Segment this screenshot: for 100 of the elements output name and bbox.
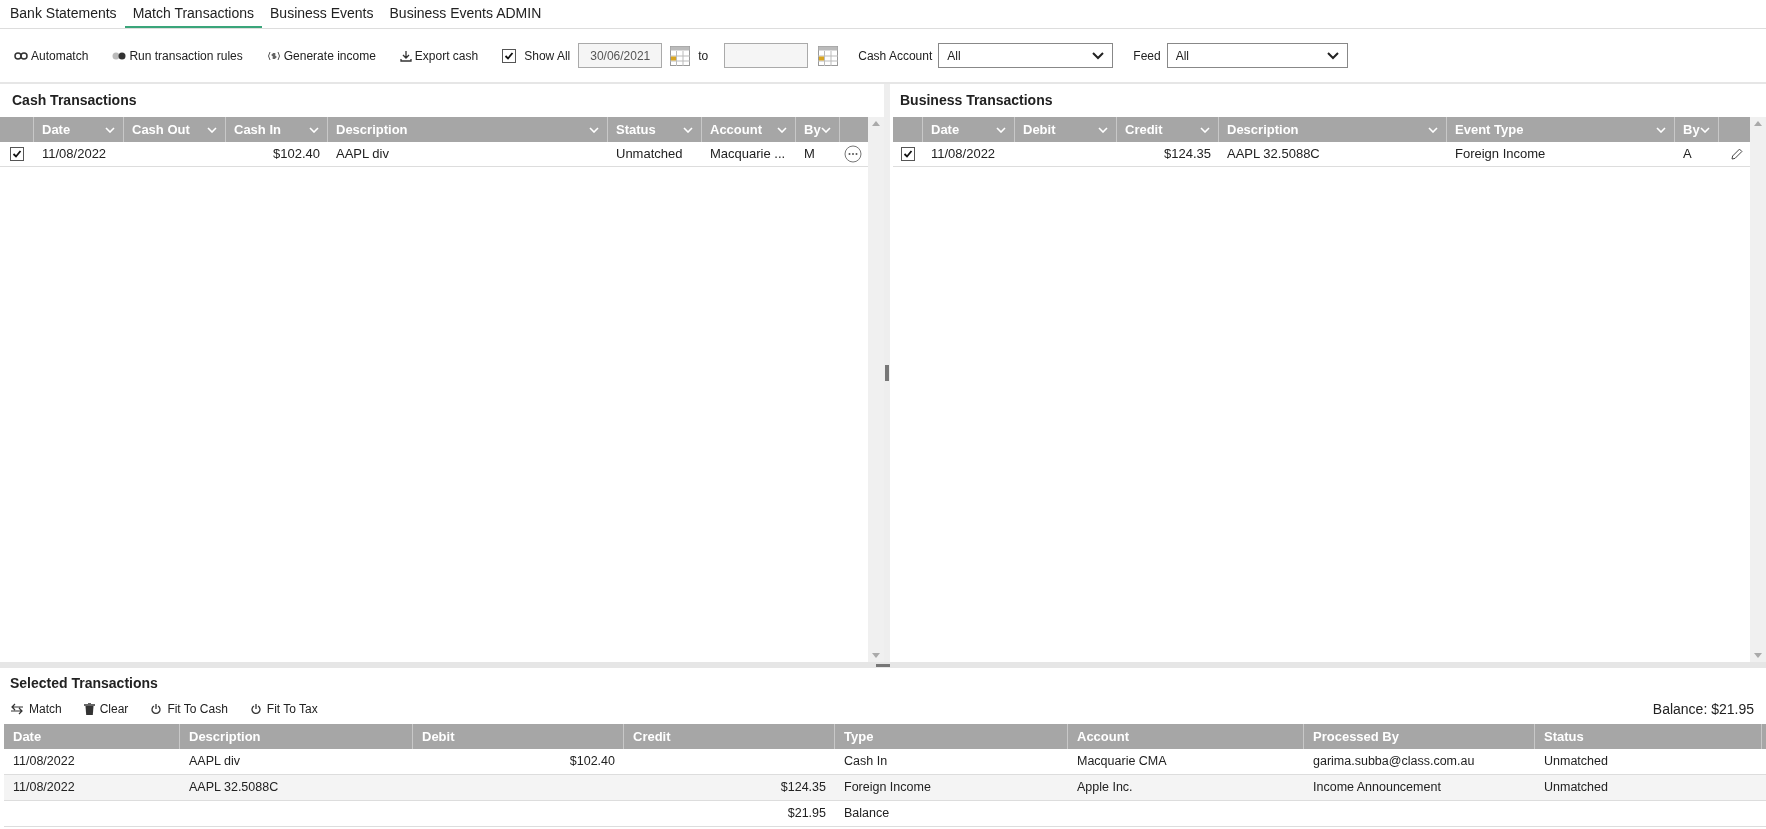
caret-icon (683, 126, 693, 133)
tab[interactable]: Match Transactions (124, 0, 262, 28)
table-cell-text: Apple Inc. (1077, 779, 1133, 797)
chevron-down-icon (1326, 51, 1339, 60)
column-header[interactable]: Debit (1015, 117, 1117, 142)
power-icon (150, 703, 163, 715)
scroll-down-icon[interactable] (1754, 653, 1762, 658)
column-header[interactable]: Description (1219, 117, 1447, 142)
table-cell-text: 11/08/2022 (42, 145, 107, 164)
column-header[interactable]: Cash In (226, 117, 328, 142)
column-header[interactable]: Account (702, 117, 796, 142)
table-cell-text: 11/08/2022 (13, 753, 75, 771)
trash-icon (83, 703, 95, 715)
table-cell-text: $21.95 (787, 805, 826, 823)
table-cell-text: Macquarie ... (710, 145, 786, 164)
column-header[interactable]: Status (608, 117, 702, 142)
column-header[interactable]: Cash Out (124, 117, 226, 142)
column-header[interactable]: By (796, 117, 840, 142)
table-cell-text: M (804, 145, 815, 164)
table-cell-text: Balance (844, 805, 890, 823)
table-cell-text: Income Announcement (1313, 779, 1441, 797)
date-field[interactable] (724, 43, 809, 68)
table-cell-text: Cash In (844, 753, 888, 771)
checkbox[interactable] (901, 147, 915, 161)
caret-icon (821, 126, 831, 133)
caret-icon (589, 126, 599, 133)
table-cell-text: $102.40 (273, 145, 320, 164)
table-cell-text: Foreign Income (844, 779, 931, 797)
more-icon[interactable] (844, 145, 862, 163)
toggle-icon (112, 51, 127, 60)
link-icon (14, 51, 28, 60)
table-cell-text: Macquarie CMA (1077, 753, 1167, 771)
balance-text: Balance: $21.95 (1652, 699, 1754, 719)
column-header[interactable]: Date (923, 117, 1015, 142)
column-header[interactable]: Event Type (1447, 117, 1675, 142)
caret-icon (105, 126, 115, 133)
field-label: Feed (1133, 47, 1161, 65)
checkbox-label: Show All (524, 47, 571, 65)
scroll-down-icon[interactable] (872, 653, 880, 658)
field-label: Cash Account (858, 47, 933, 65)
dropdown[interactable]: All (938, 43, 1114, 68)
table-cell-text: AAPL div (336, 145, 389, 164)
to-label: to (698, 47, 709, 65)
table-cell-text: 11/08/2022 (13, 779, 75, 797)
table-cell-text: $124.35 (780, 779, 826, 797)
checkbox[interactable] (502, 48, 517, 63)
table-cell-text: A (1683, 145, 1692, 164)
toolbar-button[interactable]: Export cash (399, 46, 479, 65)
table-cell-text: Foreign Income (1455, 145, 1546, 164)
tab[interactable]: Business Events (262, 0, 382, 28)
tab[interactable]: Business Events ADMIN (381, 0, 550, 28)
caret-icon (1200, 126, 1210, 133)
table-cell-text: AAPL 32.5088C (1227, 145, 1320, 164)
caret-icon (1700, 126, 1710, 133)
scrollbar[interactable] (1750, 117, 1766, 662)
dropdown[interactable]: All (1166, 43, 1348, 68)
table-cell-text: garima.subba@class.com.au (1313, 753, 1475, 771)
checkbox[interactable] (10, 147, 24, 161)
chevron-down-icon (1092, 51, 1105, 60)
caret-icon (1656, 126, 1666, 133)
pencil-icon[interactable] (1730, 148, 1743, 160)
caret-icon (777, 126, 787, 133)
caret-icon (309, 126, 319, 133)
calendar-icon[interactable] (818, 45, 839, 66)
panel-title: Cash Transactions (11, 91, 138, 110)
scrollbar[interactable] (868, 117, 884, 662)
action-button[interactable]: Clear (83, 700, 129, 718)
column-header[interactable]: Description (328, 117, 608, 142)
caret-icon (996, 126, 1006, 133)
action-button[interactable]: Match (10, 700, 62, 718)
swap-icon (10, 703, 24, 715)
table-cell-text: Unmatched (1544, 779, 1608, 797)
panel-title: Business Transactions (899, 91, 1054, 110)
money-icon (266, 50, 281, 61)
scroll-up-icon[interactable] (872, 121, 880, 126)
toolbar-button[interactable]: Run transaction rules (112, 46, 243, 65)
power-icon (249, 703, 262, 715)
column-header[interactable]: Credit (1117, 117, 1219, 142)
caret-icon (1098, 126, 1108, 133)
caret-icon (1428, 126, 1438, 133)
column-header[interactable]: By (1675, 117, 1719, 142)
table-cell-text: AAPL div (189, 753, 240, 771)
tab[interactable]: Bank Statements (2, 0, 125, 28)
toolbar-button[interactable]: Automatch (14, 46, 89, 65)
panel-title: Selected Transactions (9, 674, 159, 693)
action-button[interactable]: Fit To Tax (249, 700, 318, 718)
caret-icon (207, 126, 217, 133)
date-field[interactable]: 30/06/2021 (578, 43, 663, 68)
table-cell-text: AAPL 32.5088C (189, 779, 279, 797)
download-icon (399, 49, 412, 62)
table-cell-text: 11/08/2022 (931, 145, 996, 164)
calendar-icon[interactable] (670, 45, 691, 66)
action-button[interactable]: Fit To Cash (150, 700, 228, 718)
table-cell-text: Unmatched (616, 145, 683, 164)
column-header[interactable]: Date (34, 117, 124, 142)
scroll-up-icon[interactable] (1754, 121, 1762, 126)
table-cell-text: $124.35 (1164, 145, 1211, 164)
table-cell-text: $102.40 (569, 753, 615, 771)
toolbar-button[interactable]: Generate income (266, 46, 376, 65)
table-cell-text: Unmatched (1544, 753, 1608, 771)
